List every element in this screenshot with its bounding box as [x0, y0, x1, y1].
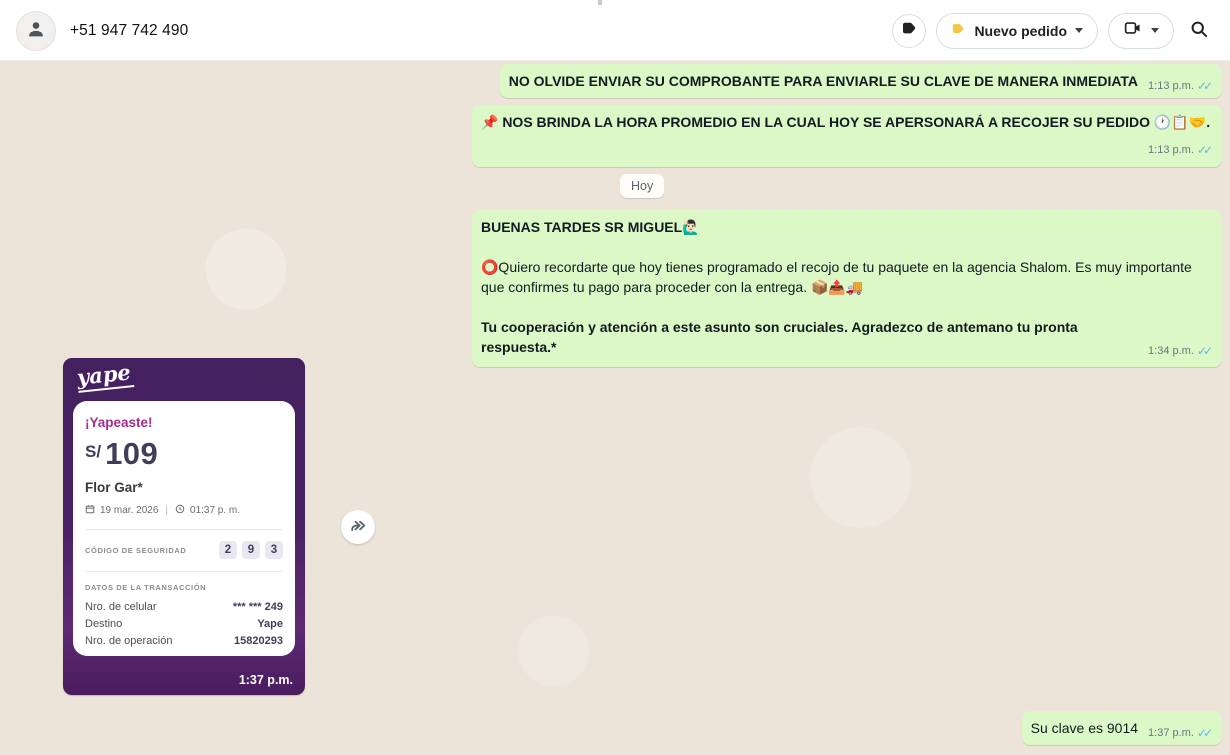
row-label: Nro. de operación	[85, 635, 172, 647]
yape-logo: yape	[76, 359, 134, 393]
separator: |	[165, 505, 168, 516]
security-code-digits: 2 9 3	[219, 541, 283, 559]
message-greeting: BUENAS TARDES SR MIGUEL🙋🏻‍♂️	[481, 217, 1213, 237]
amount-value: 109	[105, 439, 158, 469]
row-label: Nro. de celular	[85, 601, 157, 613]
video-camera-icon	[1123, 19, 1143, 42]
forward-arrow-icon	[348, 516, 368, 539]
row-label: Destino	[85, 618, 122, 630]
contact-avatar[interactable]	[16, 11, 56, 51]
calendar-icon	[85, 504, 95, 517]
yape-receipt-body: ¡Yapeaste! S/ 109 Flor Gar* 19 mar. 2026…	[73, 401, 295, 656]
message-bubble-outgoing: Su clave es 9014 1:37 p.m. ✓✓	[1022, 711, 1222, 745]
yape-receipt-attachment[interactable]: yape ¡Yapeaste! S/ 109 Flor Gar* 19 mar.…	[63, 358, 305, 695]
chat-header: +51 947 742 490 Nuevo pedido	[0, 0, 1230, 61]
row-value: Yape	[257, 618, 283, 630]
message-bubble-outgoing: NO OLVIDE ENVIAR SU COMPROBANTE PARA ENV…	[500, 64, 1222, 98]
message-meta: 1:34 p.m. ✓✓	[1148, 341, 1213, 361]
receipt-datetime: 19 mar. 2026 | 01:37 p. m.	[85, 504, 283, 517]
message-meta: 1:13 p.m. ✓✓	[1148, 140, 1213, 160]
contact-phone-title[interactable]: +51 947 742 490	[70, 0, 188, 61]
double-check-icon: ✓✓	[1197, 723, 1213, 743]
search-icon	[1189, 19, 1209, 42]
message-meta: 1:13 p.m. ✓✓	[1148, 76, 1213, 96]
code-digit: 9	[242, 541, 260, 559]
order-status-dropdown[interactable]: Nuevo pedido	[936, 13, 1098, 49]
message-text: 📌 NOS BRINDA LA HORA PROMEDIO EN LA CUAL…	[481, 114, 1210, 130]
code-digit: 3	[265, 541, 283, 559]
chat-pane: NO OLVIDE ENVIAR SU COMPROBANTE PARA ENV…	[0, 61, 1230, 755]
attachment-sent-time: 1:37 p.m.	[239, 673, 293, 687]
payer-name: Flor Gar*	[85, 480, 283, 495]
receipt-date: 19 mar. 2026	[100, 505, 158, 516]
search-button[interactable]	[1184, 16, 1214, 46]
transaction-row: Nro. de operación 15820293	[85, 635, 283, 647]
row-value: *** *** 249	[233, 601, 283, 613]
message-time: 1:37 p.m.	[1148, 723, 1194, 743]
message-bubble-outgoing: BUENAS TARDES SR MIGUEL🙋🏻‍♂️ ⭕Quiero rec…	[472, 210, 1222, 367]
tag-icon-yellow	[951, 21, 966, 41]
header-actions: Nuevo pedido	[892, 0, 1214, 61]
chevron-down-icon	[1075, 28, 1083, 33]
message-meta: 1:37 p.m. ✓✓	[1148, 723, 1213, 743]
message-bubble-outgoing: 📌 NOS BRINDA LA HORA PROMEDIO EN LA CUAL…	[472, 105, 1222, 167]
message-time: 1:13 p.m.	[1148, 76, 1194, 96]
scrollbar-thumb[interactable]	[598, 0, 602, 5]
chevron-down-icon	[1151, 28, 1159, 33]
video-call-dropdown[interactable]	[1108, 13, 1174, 49]
transaction-data-label: DATOS DE LA TRANSACCIÓN	[85, 583, 283, 592]
receipt-title: ¡Yapeaste!	[85, 415, 283, 430]
tag-icon	[900, 19, 918, 42]
transaction-row: Nro. de celular *** *** 249	[85, 601, 283, 613]
receipt-time: 01:37 p. m.	[190, 505, 240, 516]
order-status-label: Nuevo pedido	[974, 23, 1067, 39]
message-text: NO OLVIDE ENVIAR SU COMPROBANTE PARA ENV…	[509, 71, 1138, 91]
message-text: Su clave es 9014	[1031, 718, 1138, 738]
date-divider: Hoy	[620, 174, 664, 198]
currency-symbol: S/	[85, 442, 101, 462]
security-code-label: CÓDIGO DE SEGURIDAD	[85, 546, 186, 555]
forward-message-button[interactable]	[341, 510, 375, 544]
message-time: 1:34 p.m.	[1148, 341, 1194, 361]
code-digit: 2	[219, 541, 237, 559]
receipt-amount: S/ 109	[85, 439, 283, 469]
message-body: ⭕Quiero recordarte que hoy tienes progra…	[481, 257, 1213, 297]
transaction-row: Destino Yape	[85, 618, 283, 630]
row-value: 15820293	[234, 635, 283, 647]
message-time: 1:13 p.m.	[1148, 140, 1194, 160]
transaction-rows: Nro. de celular *** *** 249 Destino Yape…	[85, 601, 283, 647]
message-closing: Tu cooperación y atención a este asunto …	[481, 317, 1213, 357]
double-check-icon: ✓✓	[1197, 341, 1213, 361]
double-check-icon: ✓✓	[1197, 76, 1213, 96]
double-check-icon: ✓✓	[1197, 140, 1213, 160]
security-code-row: CÓDIGO DE SEGURIDAD 2 9 3	[85, 541, 283, 559]
label-tag-button[interactable]	[892, 14, 926, 48]
person-icon	[25, 18, 47, 45]
clock-icon	[175, 504, 185, 517]
